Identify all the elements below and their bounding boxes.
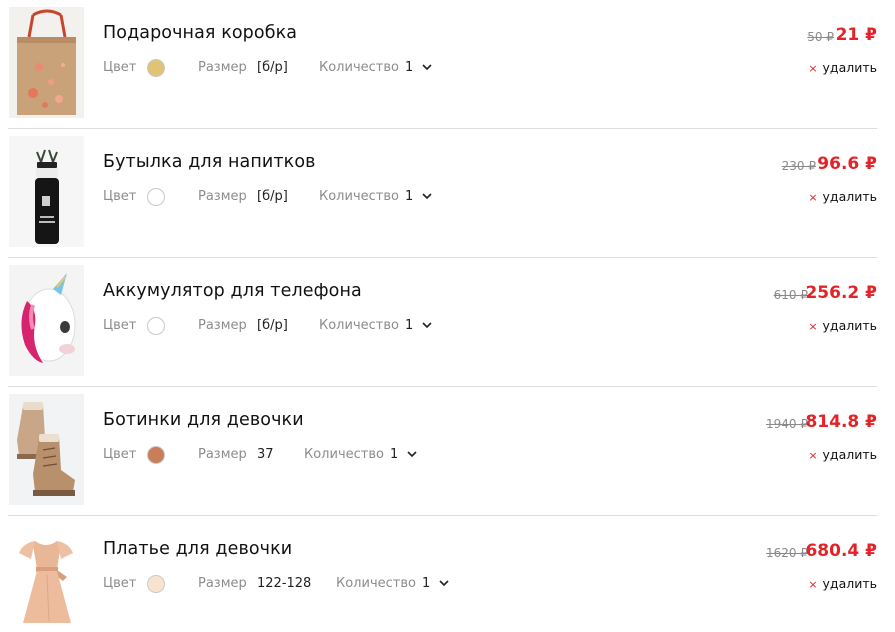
cart-list: Подарочная коробка Цвет Размер [б/р] Кол… bbox=[0, 0, 895, 632]
chevron-down-icon[interactable] bbox=[438, 577, 450, 589]
item-title[interactable]: Подарочная коробка bbox=[103, 23, 297, 43]
quantity-label: Количество bbox=[319, 318, 399, 333]
chevron-down-icon[interactable] bbox=[421, 61, 433, 73]
quantity-select[interactable]: 1 bbox=[405, 189, 413, 205]
item-title[interactable]: Аккумулятор для телефона bbox=[103, 281, 362, 301]
color-swatch bbox=[147, 575, 165, 593]
current-price: 680.4 ₽ bbox=[805, 541, 877, 561]
quantity-label: Количество bbox=[336, 576, 416, 591]
remove-label: удалить bbox=[822, 189, 877, 204]
close-icon: × bbox=[808, 578, 818, 591]
remove-button[interactable]: × удалить bbox=[808, 60, 877, 77]
close-icon: × bbox=[808, 191, 818, 204]
cart-item: Платье для девочки Цвет Размер 122-128 К… bbox=[8, 516, 877, 632]
remove-button[interactable]: × удалить bbox=[808, 189, 877, 206]
quantity-select[interactable]: 1 bbox=[405, 318, 413, 334]
close-icon: × bbox=[808, 320, 818, 333]
color-swatch bbox=[147, 317, 165, 335]
chevron-down-icon[interactable] bbox=[406, 448, 418, 460]
quantity-label: Количество bbox=[304, 447, 384, 462]
remove-label: удалить bbox=[822, 576, 877, 591]
quantity-select[interactable]: 1 bbox=[422, 576, 430, 592]
size-label: Размер bbox=[198, 60, 247, 75]
quantity-label: Количество bbox=[319, 60, 399, 75]
size-value: 122-128 bbox=[257, 576, 312, 591]
color-swatch bbox=[147, 446, 165, 464]
color-label: Цвет bbox=[103, 318, 137, 333]
size-label: Размер bbox=[198, 318, 247, 333]
size-value: [б/р] bbox=[257, 60, 288, 75]
item-title[interactable]: Ботинки для девочки bbox=[103, 410, 304, 430]
color-label: Цвет bbox=[103, 576, 137, 591]
color-label: Цвет bbox=[103, 447, 137, 462]
quantity-select[interactable]: 1 bbox=[405, 60, 413, 76]
color-label: Цвет bbox=[103, 60, 137, 75]
gift-bag-image[interactable] bbox=[9, 7, 84, 118]
remove-button[interactable]: × удалить bbox=[808, 318, 877, 335]
current-price: 21 ₽ bbox=[835, 25, 877, 45]
bottle-image[interactable] bbox=[9, 136, 84, 247]
old-price: 50 ₽ bbox=[807, 30, 834, 44]
remove-button[interactable]: × удалить bbox=[808, 576, 877, 593]
color-swatch bbox=[147, 59, 165, 77]
size-value: [б/р] bbox=[257, 189, 288, 204]
current-price: 814.8 ₽ bbox=[805, 412, 877, 432]
cart-item: Подарочная коробка Цвет Размер [б/р] Кол… bbox=[8, 0, 877, 129]
cart-item: Ботинки для девочки Цвет Размер 37 Колич… bbox=[8, 387, 877, 516]
current-price: 256.2 ₽ bbox=[805, 283, 877, 303]
current-price: 96.6 ₽ bbox=[817, 154, 877, 174]
dress-image[interactable] bbox=[9, 523, 84, 632]
cart-item: Аккумулятор для телефона Цвет Размер [б/… bbox=[8, 258, 877, 387]
quantity-select[interactable]: 1 bbox=[390, 447, 398, 463]
size-label: Размер bbox=[198, 189, 247, 204]
remove-label: удалить bbox=[822, 60, 877, 75]
item-title[interactable]: Платье для девочки bbox=[103, 539, 292, 559]
close-icon: × bbox=[808, 62, 818, 75]
size-label: Размер bbox=[198, 447, 247, 462]
remove-label: удалить bbox=[822, 318, 877, 333]
size-value: [б/р] bbox=[257, 318, 288, 333]
cart-item: Бутылка для напитков Цвет Размер [б/р] К… bbox=[8, 129, 877, 258]
item-title[interactable]: Бутылка для напитков bbox=[103, 152, 316, 172]
boots-image[interactable] bbox=[9, 394, 84, 505]
old-price: 1620 ₽ bbox=[766, 546, 808, 560]
color-swatch bbox=[147, 188, 165, 206]
quantity-label: Количество bbox=[319, 189, 399, 204]
chevron-down-icon[interactable] bbox=[421, 319, 433, 331]
remove-button[interactable]: × удалить bbox=[808, 447, 877, 464]
old-price: 230 ₽ bbox=[781, 159, 816, 173]
close-icon: × bbox=[808, 449, 818, 462]
old-price: 1940 ₽ bbox=[766, 417, 808, 431]
chevron-down-icon[interactable] bbox=[421, 190, 433, 202]
size-value: 37 bbox=[257, 447, 274, 462]
old-price: 610 ₽ bbox=[773, 288, 808, 302]
unicorn-power-bank-image[interactable] bbox=[9, 265, 84, 376]
color-label: Цвет bbox=[103, 189, 137, 204]
size-label: Размер bbox=[198, 576, 247, 591]
remove-label: удалить bbox=[822, 447, 877, 462]
